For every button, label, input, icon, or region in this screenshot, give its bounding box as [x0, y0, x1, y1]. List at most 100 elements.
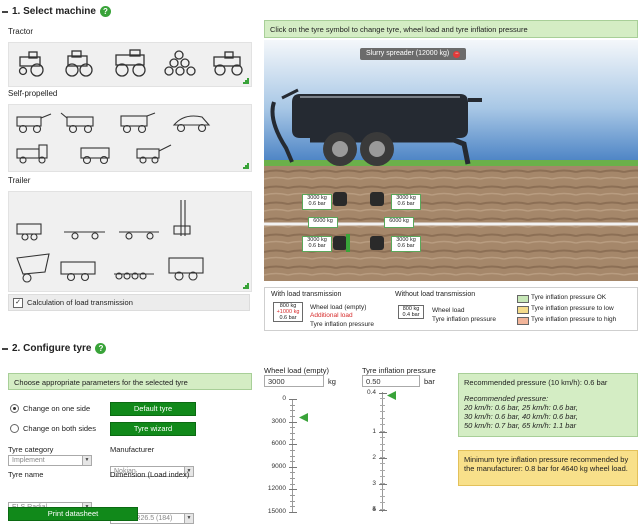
wheel-load-minor-tick [290, 472, 295, 474]
legend-additional-load: Additional load [310, 312, 353, 319]
trailer-icon-4 [173, 200, 191, 236]
tractor-icon-1 [18, 51, 44, 77]
category-trailer-label: Trailer [8, 176, 31, 185]
tyre-box-rear-left[interactable]: 3000 kg 0.6 bar [302, 236, 332, 252]
wheel-load-minor-tick [290, 500, 295, 502]
radio-one-side[interactable] [10, 404, 19, 413]
wheel-load-input[interactable] [264, 375, 324, 387]
wheel-load-tick [289, 421, 297, 423]
wheel-load-minor-tick [290, 449, 295, 451]
tractor-icon-2 [65, 50, 93, 77]
harvester-icon-7 [136, 144, 172, 164]
inflation-minor-tick [380, 424, 385, 425]
selected-tyre-marker [346, 234, 350, 252]
resize-grip [243, 163, 249, 169]
wheel-load-label: Wheel load (empty) [264, 366, 330, 375]
radio-both-sides[interactable] [10, 424, 19, 433]
legend-status-high: Tyre inflation pressure to high [531, 316, 617, 323]
minimum-pressure-box: Minimum tyre inflation pressure recommen… [458, 450, 638, 486]
wheel-load-tick-label: 6000 [271, 440, 286, 448]
wheel-load-minor-tick [290, 432, 295, 434]
inflation-minor-tick [380, 417, 385, 419]
inflation-minor-tick [380, 469, 385, 471]
wheel-load-tick-label: 9000 [271, 462, 286, 470]
section-1-header: 1. Select machine ? [2, 6, 111, 17]
inflation-minor-tick [380, 430, 385, 432]
wheel-load-tick [289, 399, 297, 400]
legend-example-box-2: 800 kg 0.4 bar [398, 305, 424, 319]
inflation-tick-label: 0.4 [366, 389, 376, 396]
wheel-load-minor-tick [290, 478, 295, 480]
inflation-minor-tick [380, 443, 385, 445]
tyre-wizard-button[interactable]: Tyre wizard [110, 422, 196, 436]
wheel-load-minor-tick [290, 461, 295, 463]
wheel-load-tick [289, 512, 297, 513]
category-self-propelled-label: Self-propelled [8, 89, 58, 98]
resize-grip [243, 78, 249, 84]
print-datasheet-button[interactable]: Print datasheet [8, 507, 138, 521]
legend-swatch-high [517, 317, 529, 325]
wheel-load-tick-label: 15000 [267, 508, 286, 515]
inflation-minor-tick [380, 502, 385, 503]
diagram-legend: With load transmission 800 kg +1000 kg 0… [264, 287, 638, 331]
inflation-thumb[interactable] [387, 391, 397, 400]
load-transmission-checkbox[interactable]: ✓ [13, 297, 23, 308]
inflation-minor-tick [380, 482, 385, 484]
tyre-box-rear-right[interactable]: 3000 kg 0.6 bar [391, 236, 421, 252]
section-1-title: 1. Select machine [12, 6, 96, 17]
change-one-side-option[interactable]: Change on one side [10, 404, 90, 413]
trailer-icons [16, 200, 204, 283]
inflation-minor-tick [380, 456, 385, 458]
trailer-icon-6 [60, 261, 96, 282]
dimension-label: Dimension (Load index) [110, 470, 190, 479]
legend-swatch-ok [517, 295, 529, 303]
axle-load-left: 6000 kg [308, 217, 338, 228]
tyre-name-label: Tyre name [8, 470, 44, 479]
change-both-sides-option[interactable]: Change on both sides [10, 424, 96, 433]
inflation-minor-tick [380, 489, 385, 490]
inflation-track[interactable] [382, 392, 383, 512]
inflation-input[interactable] [362, 375, 420, 387]
legend-example-box: 800 kg +1000 kg 0.6 bar [273, 302, 303, 322]
wheel-load-thumb[interactable] [299, 413, 309, 422]
inflation-minor-tick [380, 411, 385, 412]
harvester-icon-4 [172, 115, 211, 133]
manufacturer-label: Manufacturer [110, 445, 155, 454]
recommended-title: Recommended pressure (10 km/h): 0.6 bar [464, 378, 608, 387]
wheel-load-minor-tick [290, 455, 295, 457]
grass-line [264, 160, 638, 166]
trailer-icon-3 [119, 231, 159, 240]
tyre-category-select[interactable]: Implement ▼ [8, 455, 92, 466]
harvester-icon-2 [60, 112, 94, 134]
help-icon[interactable]: ? [95, 343, 107, 354]
remove-machine-icon[interactable]: − [453, 50, 461, 58]
recommended-row-2: 30 km/h: 0.6 bar, 40 km/h: 0.6 bar, [464, 412, 578, 421]
inflation-tick-label: 2 [372, 454, 376, 461]
wheel-load-unit: kg [328, 377, 336, 386]
category-tractor-label: Tractor [8, 27, 34, 36]
inflation-tick [379, 393, 387, 394]
load-transmission-row: ✓ Calculation of load transmission [8, 294, 250, 311]
inflation-minor-tick [380, 450, 385, 451]
section-dash [2, 10, 8, 13]
inflation-label: Tyre inflation pressure [362, 366, 436, 375]
resize-grip [243, 283, 249, 289]
tractor-icon-3 [115, 49, 146, 77]
section-2-header: 2. Configure tyre ? [2, 343, 107, 354]
help-icon[interactable]: ? [99, 6, 111, 17]
inflation-minor-tick [380, 398, 385, 399]
change-both-sides-label: Change on both sides [23, 424, 96, 433]
chevron-down-icon: ▼ [82, 456, 91, 465]
self-propelled-panel [8, 104, 252, 172]
default-tyre-button[interactable]: Default tyre [110, 402, 196, 416]
tyre-box-front-right[interactable]: 3000 kg 0.6 bar [391, 194, 421, 210]
inflation-unit: bar [424, 377, 435, 386]
tractor-icon-4 [164, 50, 196, 76]
legend-tyre-pressure: Tyre inflation pressure [310, 321, 374, 328]
change-one-side-label: Change on one side [23, 404, 91, 413]
legend-status-ok: Tyre inflation pressure OK [531, 294, 607, 301]
tyre-box-front-left[interactable]: 3000 kg 0.6 bar [302, 194, 332, 210]
harvester-icon-1 [16, 113, 52, 134]
wheel-load-minor-tick [290, 495, 295, 497]
wheel-load-minor-tick [290, 427, 295, 429]
